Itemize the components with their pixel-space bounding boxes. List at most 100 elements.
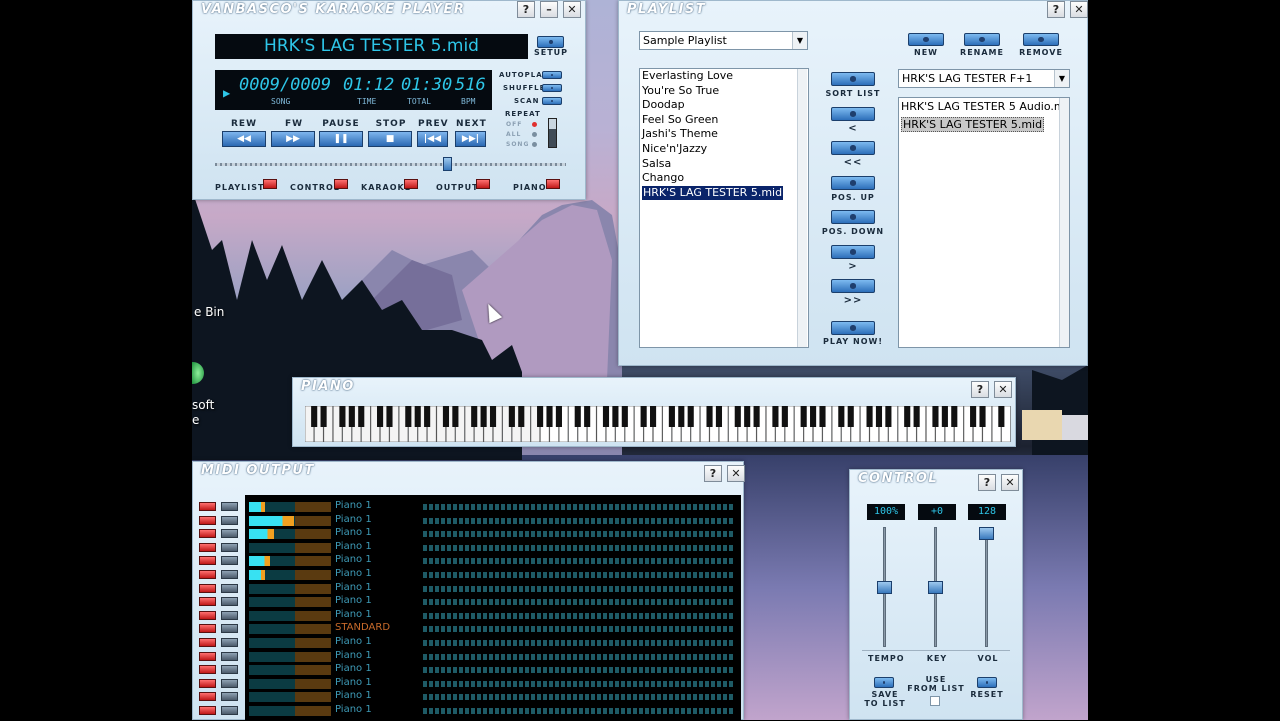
piano-black-key[interactable]: [377, 406, 384, 427]
piano-black-key[interactable]: [970, 406, 977, 427]
channel-solo-button[interactable]: [221, 706, 238, 715]
channel-mute-button[interactable]: [199, 570, 216, 579]
channel-solo-button[interactable]: [221, 638, 238, 647]
output-toggle[interactable]: [476, 179, 490, 189]
piano-black-key[interactable]: [584, 406, 591, 427]
chevron-down-icon[interactable]: ▼: [792, 32, 807, 49]
position-up-button[interactable]: [831, 176, 875, 190]
playlist-toggle[interactable]: [263, 179, 277, 189]
piano-black-key[interactable]: [621, 406, 628, 427]
playlist-song-item[interactable]: Nice'n'Jazzy: [640, 142, 808, 157]
piano-black-key[interactable]: [913, 406, 920, 427]
repeat-switch[interactable]: [548, 118, 557, 148]
piano-black-key[interactable]: [320, 406, 327, 427]
piano-black-key[interactable]: [687, 406, 694, 427]
channel-mute-button[interactable]: [199, 651, 216, 661]
piano-black-key[interactable]: [405, 406, 412, 427]
repeat-off-radio[interactable]: [532, 122, 537, 127]
desktop-icon-label[interactable]: soft: [192, 398, 214, 412]
piano-black-key[interactable]: [358, 406, 365, 427]
channel-mute-button[interactable]: [199, 597, 216, 607]
channel-mute-button[interactable]: [199, 542, 216, 552]
playlist-song-item[interactable]: Everlasting Love: [640, 69, 808, 84]
playlist-song-item[interactable]: Chango: [640, 171, 808, 186]
stop-button[interactable]: ■: [368, 131, 412, 147]
piano-black-key[interactable]: [602, 406, 610, 427]
reset-button[interactable]: [977, 677, 997, 688]
piano-black-key[interactable]: [734, 406, 741, 427]
piano-black-key[interactable]: [537, 406, 544, 427]
control-toggle[interactable]: [334, 179, 348, 189]
scan-toggle[interactable]: [542, 97, 562, 105]
piano-black-key[interactable]: [979, 406, 986, 427]
help-button[interactable]: ?: [971, 381, 989, 398]
setup-button[interactable]: [537, 36, 564, 48]
channel-solo-button[interactable]: [221, 515, 238, 525]
play-now-button[interactable]: [831, 321, 875, 335]
piano-black-key[interactable]: [847, 406, 854, 427]
add-song-button[interactable]: [831, 107, 875, 121]
channel-solo-button[interactable]: [221, 556, 238, 566]
help-button[interactable]: ?: [1047, 1, 1065, 18]
repeat-song-radio[interactable]: [532, 142, 537, 147]
channel-solo-button[interactable]: [221, 624, 238, 634]
song-progress-track[interactable]: [215, 157, 566, 171]
repeat-all-radio[interactable]: [532, 132, 537, 137]
next-button[interactable]: ▶▶|: [455, 131, 486, 147]
file-list[interactable]: HRK'S LAG TESTER 5 Audio.mid HRK'S LAG TE…: [898, 97, 1070, 348]
channel-mute-button[interactable]: [199, 692, 216, 702]
piano-black-key[interactable]: [800, 406, 807, 427]
piano-black-key[interactable]: [348, 406, 355, 427]
piano-black-key[interactable]: [480, 406, 487, 427]
piano-black-key[interactable]: [941, 406, 948, 427]
help-button[interactable]: ?: [704, 465, 722, 482]
close-button[interactable]: ✕: [1001, 474, 1019, 491]
piano-black-key[interactable]: [951, 406, 958, 427]
channel-solo-button[interactable]: [221, 692, 238, 702]
remove-all-button[interactable]: [831, 279, 875, 293]
key-slider-thumb[interactable]: [928, 580, 943, 594]
new-playlist-button[interactable]: [908, 33, 944, 46]
piano-black-key[interactable]: [932, 406, 939, 427]
piano-toggle[interactable]: [546, 179, 560, 189]
piano-black-key[interactable]: [339, 406, 346, 427]
piano-black-key[interactable]: [555, 406, 562, 427]
rewind-button[interactable]: ◀◀: [222, 131, 266, 147]
playlist-song-item[interactable]: You're So True: [640, 84, 808, 99]
previous-button[interactable]: |◀◀: [417, 131, 448, 147]
piano-black-key[interactable]: [819, 406, 826, 427]
recycle-bin-label[interactable]: e Bin: [194, 305, 224, 319]
file-list-scrollbar[interactable]: [1059, 98, 1069, 347]
fast-forward-button[interactable]: ▶▶: [271, 131, 315, 147]
autoplay-toggle[interactable]: [542, 71, 562, 79]
piano-black-key[interactable]: [838, 406, 845, 427]
pause-button[interactable]: ❚❚: [319, 131, 363, 147]
piano-black-key[interactable]: [781, 406, 788, 427]
channel-mute-button[interactable]: [199, 556, 216, 566]
add-all-button[interactable]: [831, 141, 875, 155]
channel-solo-button[interactable]: [221, 665, 238, 675]
piano-black-key[interactable]: [386, 406, 393, 427]
folder-select[interactable]: HRK'S LAG TESTER F+1 ▼: [898, 69, 1070, 88]
channel-solo-button[interactable]: [221, 529, 238, 539]
karaoke-titlebar[interactable]: vanBasco's Karaoke Player ? – ✕: [193, 1, 585, 21]
volume-slider-thumb[interactable]: [979, 527, 994, 540]
piano-black-key[interactable]: [885, 406, 892, 427]
help-button[interactable]: ?: [517, 1, 535, 18]
channel-mute-button[interactable]: [199, 638, 216, 647]
close-button[interactable]: ✕: [563, 1, 581, 18]
piano-black-key[interactable]: [810, 406, 817, 427]
piano-black-key[interactable]: [471, 406, 478, 427]
file-list-item[interactable]: HRK'S LAG TESTER 5.mid: [899, 116, 1069, 134]
piano-black-key[interactable]: [508, 406, 515, 427]
piano-black-key[interactable]: [678, 406, 685, 427]
playlist-scrollbar[interactable]: [797, 69, 807, 347]
chevron-down-icon[interactable]: ▼: [1054, 70, 1069, 87]
piano-black-key[interactable]: [668, 406, 675, 427]
close-button[interactable]: ✕: [994, 381, 1012, 398]
remove-playlist-button[interactable]: [1023, 33, 1059, 46]
playlist-song-item[interactable]: Jashi's Theme: [640, 127, 808, 142]
channel-mute-button[interactable]: [199, 706, 216, 715]
karaoke-toggle[interactable]: [404, 179, 418, 189]
playlist-song-list[interactable]: Everlasting Love You're So True Doodap Feel…: [639, 68, 809, 348]
